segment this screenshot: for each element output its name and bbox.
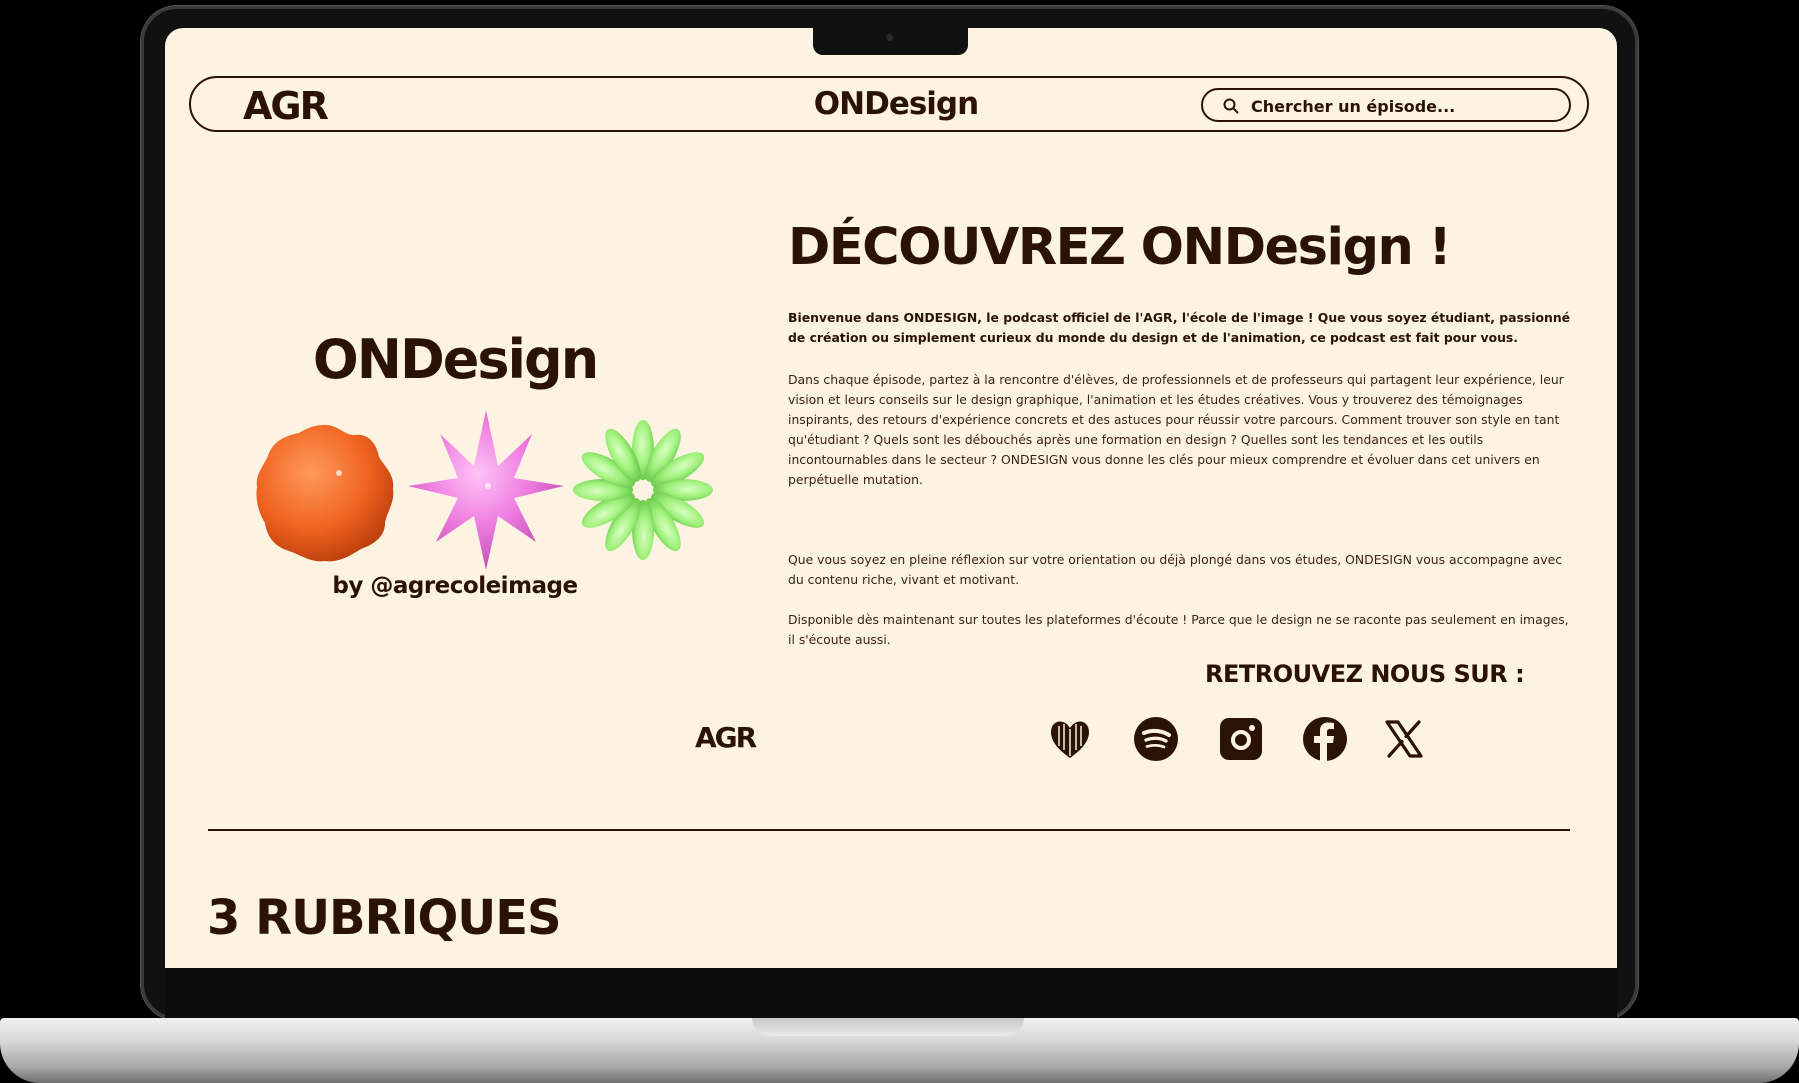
section-divider xyxy=(208,829,1570,831)
search-bar[interactable] xyxy=(1201,88,1571,122)
deezer-icon[interactable] xyxy=(1045,714,1095,764)
section-title: 3 RUBRIQUES xyxy=(207,890,562,946)
instagram-icon[interactable] xyxy=(1216,714,1266,764)
website-screen: AGR ONDesign ONDesign xyxy=(165,28,1617,968)
brand-handle[interactable]: by @agrecoleimage xyxy=(295,573,615,599)
pink-star-shape xyxy=(408,410,564,570)
x-icon[interactable] xyxy=(1379,714,1429,764)
search-input[interactable] xyxy=(1249,93,1553,119)
orange-blob-shape xyxy=(256,425,394,562)
laptop-trackpad-notch xyxy=(752,1018,1024,1036)
agr-footer-logo: AGR xyxy=(695,721,757,754)
agr-logo[interactable]: AGR xyxy=(243,84,329,128)
facebook-icon[interactable] xyxy=(1300,714,1350,764)
decorative-shapes xyxy=(256,410,713,570)
laptop-screen-chin xyxy=(165,968,1617,1020)
camera-notch xyxy=(813,28,968,55)
hero-body-paragraph-2-text: Que vous soyez en pleine réflexion sur v… xyxy=(788,552,1563,587)
search-icon xyxy=(1223,98,1239,114)
camera-icon xyxy=(886,34,893,41)
green-flower-shape xyxy=(573,420,713,560)
hero-body: Dans chaque épisode, partez à la rencont… xyxy=(788,370,1578,510)
hero-body-paragraph-2: Que vous soyez en pleine réflexion sur v… xyxy=(788,550,1578,650)
site-title[interactable]: ONDesign xyxy=(781,86,1011,122)
social-heading: RETROUVEZ NOUS SUR : xyxy=(1205,660,1525,688)
site-header: AGR ONDesign xyxy=(189,76,1589,132)
hero-body-paragraph-1: Dans chaque épisode, partez à la rencont… xyxy=(788,372,1564,487)
hero-title: DÉCOUVREZ ONDesign ! xyxy=(788,218,1452,277)
availability-text: Disponible dès maintenant sur toutes les… xyxy=(788,612,1569,647)
hero-intro: Bienvenue dans ONDESIGN, le podcast offi… xyxy=(788,310,1571,345)
spotify-icon[interactable] xyxy=(1131,714,1181,764)
brand-title: ONDesign xyxy=(312,328,599,391)
